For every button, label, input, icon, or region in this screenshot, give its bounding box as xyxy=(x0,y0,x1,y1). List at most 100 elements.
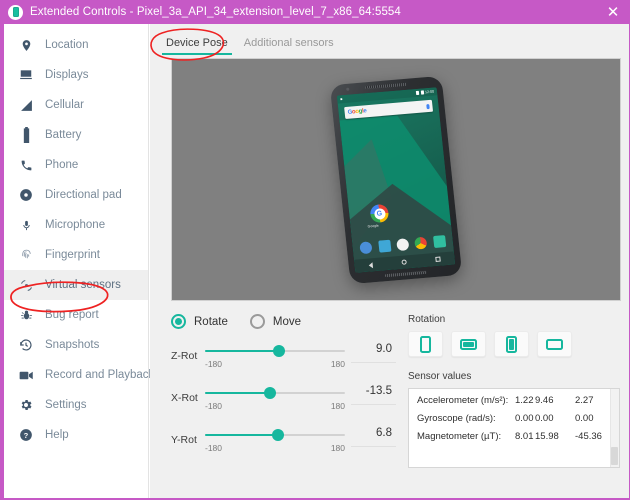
gear-icon xyxy=(17,396,35,414)
sidebar-item-record-and-playback[interactable]: Record and Playback xyxy=(4,360,154,390)
slider-max-label: 180 xyxy=(330,401,345,411)
sidebar-item-label: Help xyxy=(45,429,69,441)
dock-app-drawer-icon xyxy=(396,237,410,251)
slider-value[interactable]: 6.8 xyxy=(351,425,396,447)
sidebar-item-label: Snapshots xyxy=(45,339,100,351)
google-app-label: Google xyxy=(367,223,379,229)
slider-track[interactable] xyxy=(205,428,345,442)
sensor-value-x: 8.01 xyxy=(515,431,534,442)
nav-back-icon xyxy=(368,261,374,268)
slider-label: Y-Rot xyxy=(171,434,197,446)
sidebar-item-help[interactable]: ? Help xyxy=(4,420,148,450)
radio-move[interactable]: Move xyxy=(249,314,302,329)
tab-device-pose[interactable]: Device Pose xyxy=(158,37,236,55)
sidebar-item-label: Microphone xyxy=(45,219,106,231)
window-title: Extended Controls - Pixel_3a_API_34_exte… xyxy=(30,6,401,18)
phone-speaker xyxy=(384,270,427,277)
status-clock: 12:00 xyxy=(424,89,435,94)
radio-move-circle-icon xyxy=(249,314,265,329)
sensor-label: Magnetometer (µT): xyxy=(417,431,502,442)
sensor-values-list: Accelerometer (m/s²): 1.22 9.46 2.27 Gyr… xyxy=(409,389,619,455)
rotation-landscape-button[interactable] xyxy=(451,331,486,357)
sidebar-item-phone[interactable]: Phone xyxy=(4,150,148,180)
rotation-button-group xyxy=(408,331,620,357)
sidebar-item-fingerprint[interactable]: Fingerprint xyxy=(4,240,148,270)
slider-track[interactable] xyxy=(205,386,345,400)
pose-controls: Rotate Move Z-Rot -180 180 9.0 X-Rot -18… xyxy=(171,314,396,467)
rotation-portrait-button[interactable] xyxy=(408,331,443,357)
location-pin-icon xyxy=(17,36,35,54)
sidebar-item-virtual-sensors[interactable]: Virtual sensors xyxy=(4,270,148,300)
radio-rotate-label: Rotate xyxy=(194,315,228,328)
sidebar-item-label: Phone xyxy=(45,159,79,171)
sensor-value-y: 15.98 xyxy=(535,431,559,442)
slider-value[interactable]: 9.0 xyxy=(351,341,396,363)
sidebar-item-label: Record and Playback xyxy=(45,369,155,381)
nav-recents-icon xyxy=(435,256,441,262)
sidebar-item-label: Battery xyxy=(45,129,82,141)
dock-play-store-icon xyxy=(432,234,447,248)
slider-label: X-Rot xyxy=(171,392,198,404)
search-mic-icon xyxy=(426,102,430,109)
slider-value[interactable]: -13.5 xyxy=(351,383,396,405)
rotation-reverse-landscape-button[interactable] xyxy=(537,331,572,357)
slider-thumb[interactable] xyxy=(271,429,284,441)
slider-y-rot: Y-Rot -180 180 6.8 xyxy=(171,425,396,457)
tab-bar: Device Pose Additional sensors xyxy=(150,24,629,55)
sidebar-item-label: Fingerprint xyxy=(45,249,100,261)
sidebar-item-location[interactable]: Location xyxy=(4,30,148,60)
sidebar-item-bug-report[interactable]: Bug report xyxy=(4,300,148,330)
phone-reverse-portrait-icon xyxy=(506,335,517,353)
slider-track[interactable] xyxy=(205,344,345,358)
dock-phone-icon xyxy=(359,240,373,254)
sidebar-item-label: Displays xyxy=(45,69,89,81)
sensor-value-z: 0.00 xyxy=(575,413,594,424)
tab-additional-sensors[interactable]: Additional sensors xyxy=(236,37,342,55)
scrollbar-thumb[interactable] xyxy=(611,447,618,465)
radio-rotate[interactable]: Rotate xyxy=(171,314,228,329)
sensor-value-x: 0.00 xyxy=(515,413,534,424)
battery-icon xyxy=(17,126,35,144)
rotation-reverse-portrait-button[interactable] xyxy=(494,331,529,357)
sensor-value-z: -45.36 xyxy=(575,431,602,442)
phone-handset-icon xyxy=(17,156,35,174)
sidebar-item-microphone[interactable]: Microphone xyxy=(4,210,148,240)
device-pose-preview[interactable]: ■ 12:00 Google G Google xyxy=(171,58,621,301)
sensor-label: Accelerometer (m/s²): xyxy=(417,395,509,406)
slider-max-label: 180 xyxy=(330,443,345,453)
bug-icon xyxy=(17,306,35,324)
sensor-value-y: 9.46 xyxy=(535,395,554,406)
virtual-sensors-icon xyxy=(17,276,35,294)
radio-move-label: Move xyxy=(272,315,302,328)
sidebar-item-settings[interactable]: Settings xyxy=(4,390,148,420)
sidebar-item-directional-pad[interactable]: Directional pad xyxy=(4,180,148,210)
sidebar-item-snapshots[interactable]: Snapshots xyxy=(4,330,148,360)
fingerprint-icon xyxy=(17,246,35,264)
google-logo-icon: Google xyxy=(347,107,367,116)
dock-messages-icon xyxy=(377,239,392,253)
extended-controls-window: Extended Controls - Pixel_3a_API_34_exte… xyxy=(0,0,630,500)
dpad-icon xyxy=(17,186,35,204)
phone-3d-model[interactable]: ■ 12:00 Google G Google xyxy=(329,75,463,284)
nav-home-icon xyxy=(401,258,408,265)
slider-thumb[interactable] xyxy=(272,345,285,357)
sidebar-item-displays[interactable]: Displays xyxy=(4,60,148,90)
phone-portrait-icon xyxy=(420,335,431,353)
close-button[interactable]: ✕ xyxy=(602,1,624,23)
slider-min-label: -180 xyxy=(205,401,223,411)
battery-status-icon xyxy=(420,89,424,95)
phone-screen: ■ 12:00 Google G Google xyxy=(336,86,456,273)
radio-rotate-circle-icon xyxy=(171,314,186,329)
rotation-title: Rotation xyxy=(408,314,446,325)
sidebar-item-cellular[interactable]: Cellular xyxy=(4,90,148,120)
sensor-values-scrollbar[interactable] xyxy=(610,389,619,467)
slider-x-rot: X-Rot -180 180 -13.5 xyxy=(171,383,396,415)
wifi-icon xyxy=(415,90,420,95)
sidebar-item-battery[interactable]: Battery xyxy=(4,120,148,150)
sensor-values-box: Accelerometer (m/s²): 1.22 9.46 2.27 Gyr… xyxy=(408,388,620,468)
sidebar-item-label: Cellular xyxy=(45,99,84,111)
rotation-and-sensors: Rotation Sensor values Accelerometer (m/… xyxy=(408,314,620,468)
sensor-value-z: 2.27 xyxy=(575,395,594,406)
slider-thumb[interactable] xyxy=(263,387,276,399)
dock-chrome-icon xyxy=(414,236,428,250)
